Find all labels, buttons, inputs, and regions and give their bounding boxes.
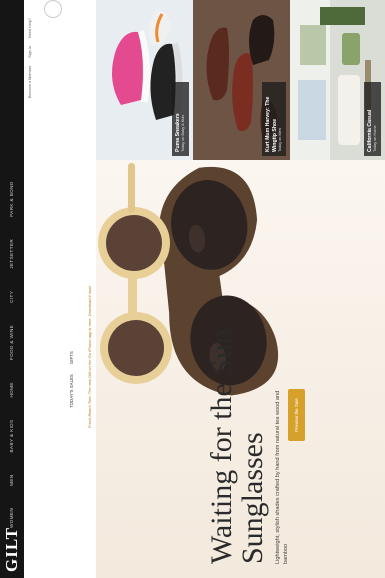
tile-puma-sneakers[interactable]: Puma Sneakers Today on Baby & Kids [96, 0, 193, 160]
promo-banner[interactable]: Fresh Beach Tote: The new Gift on the Go… [84, 8, 96, 428]
hero-headline: Waiting for the Sun Sunglasses [205, 328, 269, 564]
tab-gifts[interactable]: GIFTS [69, 351, 74, 364]
top-nav-bar: GILT WOMEN MEN BABY & KIDS HOME FOOD & W… [0, 0, 24, 578]
nav-item-baby-kids[interactable]: BABY & KIDS [0, 420, 24, 453]
secondary-bar: Become a Member Sign In Need Help? TODAY… [24, 0, 84, 578]
nav-item-jetsetter[interactable]: JETSETTER [0, 239, 24, 269]
tile-title: Kurt Mum Harvey: The Wingtip Shoe [265, 96, 278, 152]
circle-icon[interactable] [44, 0, 62, 18]
tab-todays-sales[interactable]: TODAY'S SALES [69, 374, 74, 408]
tile-wingtip-shoes[interactable]: Kurt Mum Harvey: The Wingtip Shoe Today … [193, 0, 290, 160]
nav-item-men[interactable]: MEN [0, 474, 24, 485]
nav-items: WOMEN MEN BABY & KIDS HOME FOOD & WINE C… [0, 159, 24, 528]
nav-item-food-wine[interactable]: FOOD & WINE [0, 325, 24, 360]
nav-item-city[interactable]: CITY [0, 291, 24, 303]
tile-label: Kurt Mum Harvey: The Wingtip Shoe Today … [262, 82, 286, 156]
become-member-link[interactable]: Become a Member [28, 66, 32, 98]
sign-in-link[interactable]: Sign In [28, 46, 32, 58]
tile-label: Puma Sneakers Today on Baby & Kids [171, 82, 189, 156]
sales-tabs: TODAY'S SALES GIFTS [69, 351, 74, 408]
account-links: Become a Member Sign In Need Help? [28, 18, 32, 98]
nav-item-park-bond[interactable]: PARK & BOND [0, 181, 24, 216]
tile-subtitle: Today on Home [373, 125, 377, 152]
tile-subtitle: Today on Men [278, 128, 282, 152]
gilt-logo[interactable]: GILT [2, 527, 22, 572]
tile-california-casual[interactable]: California Casual Today on Home [290, 0, 385, 160]
page-frame: GILT WOMEN MEN BABY & KIDS HOME FOOD & W… [0, 0, 385, 578]
tile-label: California Casual Today on Home [363, 82, 381, 156]
hero-banner[interactable]: Waiting for the Sun Sunglasses Lightweig… [96, 160, 385, 578]
need-help-link[interactable]: Need Help? [28, 18, 32, 38]
tile-subtitle: Today on Baby & Kids [181, 114, 185, 152]
preview-sale-button[interactable]: Preview the Sale [288, 389, 305, 441]
nav-item-women[interactable]: WOMEN [0, 508, 24, 528]
nav-item-home[interactable]: HOME [0, 382, 24, 397]
